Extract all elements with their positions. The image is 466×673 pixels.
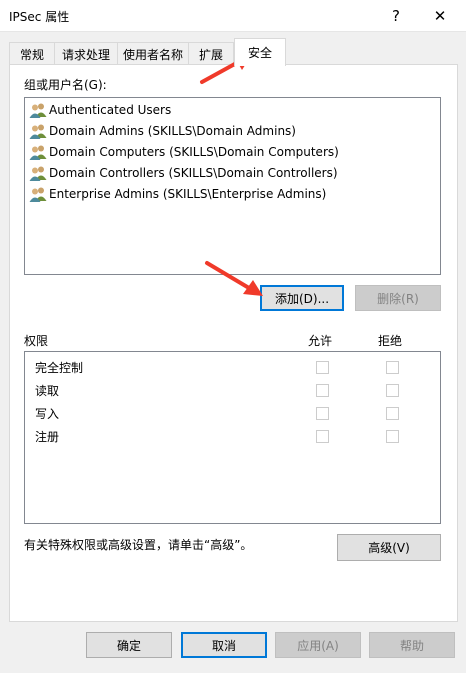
user-group-icon xyxy=(29,166,47,181)
deny-checkbox[interactable] xyxy=(386,430,399,443)
user-name: Domain Controllers (SKILLS\Domain Contro… xyxy=(49,166,338,180)
cancel-button[interactable]: 取消 xyxy=(181,632,267,658)
tab-label: 请求处理 xyxy=(61,47,110,62)
question-icon: ? xyxy=(392,7,400,25)
permissions-label: 权限 xyxy=(24,334,49,348)
deny-column-header: 拒绝 xyxy=(378,334,403,348)
advanced-button-label: 高级(V) xyxy=(368,541,410,555)
tab-extensions[interactable]: 扩展 xyxy=(188,42,234,65)
window-title: IPSec 属性 xyxy=(9,10,70,24)
allow-checkbox[interactable] xyxy=(316,430,329,443)
permission-name: 读取 xyxy=(35,383,60,398)
help-button[interactable]: 帮助 xyxy=(369,632,455,658)
list-item[interactable]: Enterprise Admins (SKILLS\Enterprise Adm… xyxy=(29,184,326,204)
deny-checkbox[interactable] xyxy=(386,361,399,374)
tab-label: 安全 xyxy=(247,46,272,60)
tab-request-handling[interactable]: 请求处理 xyxy=(54,42,118,65)
user-name: Enterprise Admins (SKILLS\Enterprise Adm… xyxy=(49,187,327,201)
remove-button-label: 删除(R) xyxy=(377,291,419,306)
groups-label: 组或用户名(G): xyxy=(24,78,107,92)
cancel-button-label: 取消 xyxy=(211,638,236,653)
add-button[interactable]: 添加(D)... xyxy=(260,285,344,311)
add-button-label: 添加(D)... xyxy=(274,291,330,306)
close-icon: ✕ xyxy=(433,7,447,25)
users-listbox[interactable]: Authenticated Users Domain Admins (SKILL… xyxy=(24,97,441,275)
list-item[interactable]: Domain Admins (SKILLS\Domain Admins) xyxy=(29,121,296,141)
user-group-icon xyxy=(29,187,47,202)
permission-row: 完全控制 xyxy=(35,357,83,377)
user-group-icon xyxy=(29,145,47,160)
deny-checkbox[interactable] xyxy=(386,384,399,397)
user-group-icon xyxy=(29,103,47,118)
user-name: Domain Admins (SKILLS\Domain Admins) xyxy=(49,124,296,138)
advanced-hint: 有关特殊权限或高级设置，请单击“高级”。 xyxy=(24,538,253,552)
advanced-button[interactable]: 高级(V) xyxy=(337,534,441,561)
permission-name: 写入 xyxy=(35,406,60,421)
allow-column-header: 允许 xyxy=(308,334,333,348)
title-bar: IPSec 属性 ? ✕ xyxy=(0,0,466,32)
help-title-button[interactable]: ? xyxy=(374,0,418,32)
permissions-listbox: 完全控制 读取 写入 注册 xyxy=(24,351,441,524)
user-group-icon xyxy=(29,124,47,139)
permission-row: 注册 xyxy=(35,426,59,446)
security-panel: 组或用户名(G): Authenticated Users Domain Adm… xyxy=(9,64,458,622)
ok-button[interactable]: 确定 xyxy=(86,632,172,658)
help-button-label: 帮助 xyxy=(399,638,424,653)
list-item[interactable]: Domain Computers (SKILLS\Domain Computer… xyxy=(29,142,339,162)
user-name: Authenticated Users xyxy=(49,103,172,117)
permission-row: 读取 xyxy=(35,380,59,400)
permission-name: 完全控制 xyxy=(35,360,84,375)
tab-label: 扩展 xyxy=(198,47,223,62)
tab-label: 使用者名称 xyxy=(122,47,183,62)
permission-row: 写入 xyxy=(35,403,59,423)
tab-security[interactable]: 安全 xyxy=(234,38,286,66)
allow-checkbox[interactable] xyxy=(316,361,329,374)
tab-subject-name[interactable]: 使用者名称 xyxy=(117,42,189,65)
close-button[interactable]: ✕ xyxy=(418,0,462,32)
remove-button[interactable]: 删除(R) xyxy=(355,285,441,311)
user-name: Domain Computers (SKILLS\Domain Computer… xyxy=(49,145,339,159)
tab-label: 常规 xyxy=(19,47,44,62)
tab-general[interactable]: 常规 xyxy=(9,42,55,65)
allow-checkbox[interactable] xyxy=(316,407,329,420)
ok-button-label: 确定 xyxy=(116,638,141,653)
allow-checkbox[interactable] xyxy=(316,384,329,397)
list-item[interactable]: Authenticated Users xyxy=(29,100,171,120)
list-item[interactable]: Domain Controllers (SKILLS\Domain Contro… xyxy=(29,163,338,183)
deny-checkbox[interactable] xyxy=(386,407,399,420)
apply-button[interactable]: 应用(A) xyxy=(275,632,361,658)
apply-button-label: 应用(A) xyxy=(297,638,339,653)
permission-name: 注册 xyxy=(35,429,60,444)
